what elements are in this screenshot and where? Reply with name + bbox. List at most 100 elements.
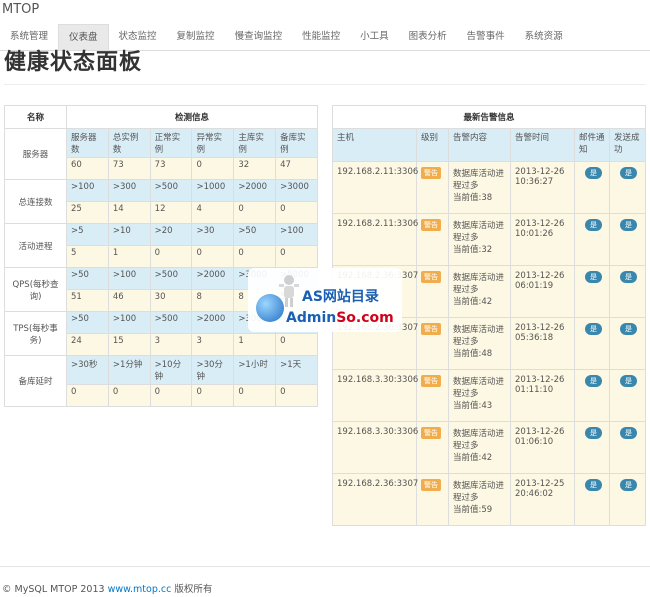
alert-level-cell: 警告 <box>416 161 449 214</box>
health-limit-cell: >50 <box>66 311 109 334</box>
alert-content: 数据库活动进 程过多 当前值:38 <box>448 161 511 214</box>
health-limit-cell: >500 <box>149 311 193 334</box>
alert-host: 192.168.3.30:3306 <box>332 369 418 422</box>
alert-content-line: 当前值:42 <box>453 297 493 307</box>
health-count-cell: 0 <box>233 245 277 268</box>
health-limit-cell: >2000 <box>191 267 235 290</box>
health-count-cell: 0 <box>107 384 151 407</box>
health-limit-cell: >500 <box>149 179 193 202</box>
alert-time: 2013-12-26 01:06:10 <box>510 421 575 474</box>
footer-link[interactable]: www.mtop.cc <box>108 584 172 595</box>
alert-time: 2013-12-26 10:36:27 <box>510 161 575 214</box>
alert-sent-cell: 是 <box>608 473 647 526</box>
alert-row[interactable]: 192.168.2.11:3306 警告 数据库活动进 程过多 当前值:38 2013-1… <box>332 161 647 214</box>
alert-clock: 10:36:27 <box>515 177 554 187</box>
health-count-cell: 8 <box>191 289 235 312</box>
health-limits-row: 活动进程 >5 >10 >20 >30 >50 >100 <box>4 223 318 268</box>
alerts-title: 最新告警信息 <box>331 105 647 129</box>
nav-item-slow-query-monitor[interactable]: 慢查询监控 <box>225 24 293 50</box>
alert-sent-cell: 是 <box>608 369 647 422</box>
alert-email-yes-badge: 是 <box>585 271 602 283</box>
health-limit-cell: >50 <box>66 267 109 290</box>
alert-sent-yes-badge: 是 <box>620 167 637 179</box>
health-limit-cell: >300 <box>107 179 151 202</box>
footer-suffix: 版权所有 <box>171 584 213 595</box>
alert-sent-yes-badge: 是 <box>620 427 637 439</box>
alert-host: 192.168.3.30:3306 <box>332 421 418 474</box>
alert-content-line: 程过多 <box>453 181 479 191</box>
alert-level-badge: 警告 <box>421 375 441 387</box>
health-limit-cell: >1天 <box>275 355 318 385</box>
health-count-cell: 0 <box>191 157 235 180</box>
health-limit-cell: >30分钟 <box>191 355 235 385</box>
alert-content-line: 当前值:48 <box>453 349 493 359</box>
alert-row[interactable]: 192.168.3.30:3306 警告 数据库活动进 程过多 当前值:42 2013-1… <box>332 421 647 474</box>
alert-sent-cell: 是 <box>608 421 647 474</box>
alert-sent-yes-badge: 是 <box>620 479 637 491</box>
alert-content-line: 数据库活动进 <box>453 325 505 335</box>
health-limit-cell: >30 <box>191 223 235 246</box>
alert-sent-yes-badge: 是 <box>620 375 637 387</box>
alert-sent-yes-badge: 是 <box>620 219 637 231</box>
health-count-cell: 0 <box>275 333 318 356</box>
alert-content-line: 数据库活动进 <box>453 221 505 231</box>
nav-item-performance-monitor[interactable]: 性能监控 <box>292 24 350 50</box>
health-count-cell: 0 <box>191 245 235 268</box>
alert-email-cell: 是 <box>574 161 610 214</box>
health-limit-cell: >10 <box>107 223 151 246</box>
nav-item-system-resources[interactable]: 系统资源 <box>515 24 573 50</box>
alert-email-cell: 是 <box>574 213 610 266</box>
alert-content-line: 数据库活动进 <box>453 169 505 179</box>
health-count-cell: 73 <box>107 157 151 180</box>
alert-host: 192.168.2.11:3306 <box>332 213 418 266</box>
watermark-line2: AdminSo.com <box>286 310 394 326</box>
alert-content-line: 程过多 <box>453 337 479 347</box>
alert-date: 2013-12-26 <box>515 375 565 385</box>
health-limit-cell: >500 <box>149 267 193 290</box>
health-count-cell: 3 <box>191 333 235 356</box>
alert-row[interactable]: 192.168.3.30:3306 警告 数据库活动进 程过多 当前值:43 2013-1… <box>332 369 647 422</box>
alert-time: 2013-12-26 10:01:26 <box>510 213 575 266</box>
brand-logo[interactable]: MTOP <box>2 2 39 17</box>
alert-content-line: 程过多 <box>453 233 479 243</box>
alerts-col-time: 告警时间 <box>510 128 575 162</box>
alert-sent-yes-badge: 是 <box>620 323 637 335</box>
health-limit-cell: >2000 <box>233 179 277 202</box>
alert-email-cell: 是 <box>574 369 610 422</box>
watermark-ad: AS网站目录 AdminSo.com <box>248 268 402 332</box>
nav-item-alert-events[interactable]: 告警事件 <box>457 24 515 50</box>
alert-clock: 06:01:19 <box>515 281 554 291</box>
nav-item-tools[interactable]: 小工具 <box>350 24 399 50</box>
health-limit-cell: >3000 <box>275 179 318 202</box>
alert-email-yes-badge: 是 <box>585 375 602 387</box>
alert-time: 2013-12-25 20:46:02 <box>510 473 575 526</box>
alert-content-line: 程过多 <box>453 441 479 451</box>
nav-item-chart-analysis[interactable]: 图表分析 <box>399 24 457 50</box>
health-limits-row: 服务器 服务器数 总实例数 正常实例 异常实例 主库实例 备库实例 <box>4 128 318 180</box>
health-limit-cell: 备库实例 <box>275 128 318 158</box>
alert-row[interactable]: 192.168.2.36:3307 警告 数据库活动进 程过多 当前值:59 2013-1… <box>332 473 647 526</box>
alert-time: 2013-12-26 05:36:18 <box>510 317 575 370</box>
health-limit-cell: 正常实例 <box>149 128 193 158</box>
alert-email-cell: 是 <box>574 317 610 370</box>
health-count-cell: 5 <box>66 245 109 268</box>
alert-content-line: 数据库活动进 <box>453 377 505 387</box>
alert-level-cell: 警告 <box>416 317 449 370</box>
nav-item-replication-monitor[interactable]: 复制监控 <box>167 24 225 50</box>
alert-date: 2013-12-26 <box>515 219 565 229</box>
health-count-cell: 47 <box>275 157 318 180</box>
health-count-cell: 0 <box>275 245 318 268</box>
watermark-line1: AS网站目录 <box>302 289 379 305</box>
health-status-table: 名称 检测信息 服务器 服务器数 总实例数 正常实例 异常实例 主库实例 备库实例 60 73 7… <box>4 105 318 407</box>
health-count-cell: 46 <box>107 289 151 312</box>
alert-content: 数据库活动进 程过多 当前值:42 <box>448 265 511 318</box>
health-row-label: 服务器 <box>4 128 67 180</box>
alert-content: 数据库活动进 程过多 当前值:59 <box>448 473 511 526</box>
health-count-cell: 32 <box>233 157 277 180</box>
alert-row[interactable]: 192.168.2.11:3306 警告 数据库活动进 程过多 当前值:32 2013-1… <box>332 213 647 266</box>
alert-content: 数据库活动进 程过多当前值:48 <box>448 317 511 370</box>
alert-content-line: 程过多 <box>453 285 479 295</box>
alert-email-yes-badge: 是 <box>585 323 602 335</box>
health-limit-cell: >100 <box>107 311 151 334</box>
health-count-cell: 60 <box>66 157 109 180</box>
